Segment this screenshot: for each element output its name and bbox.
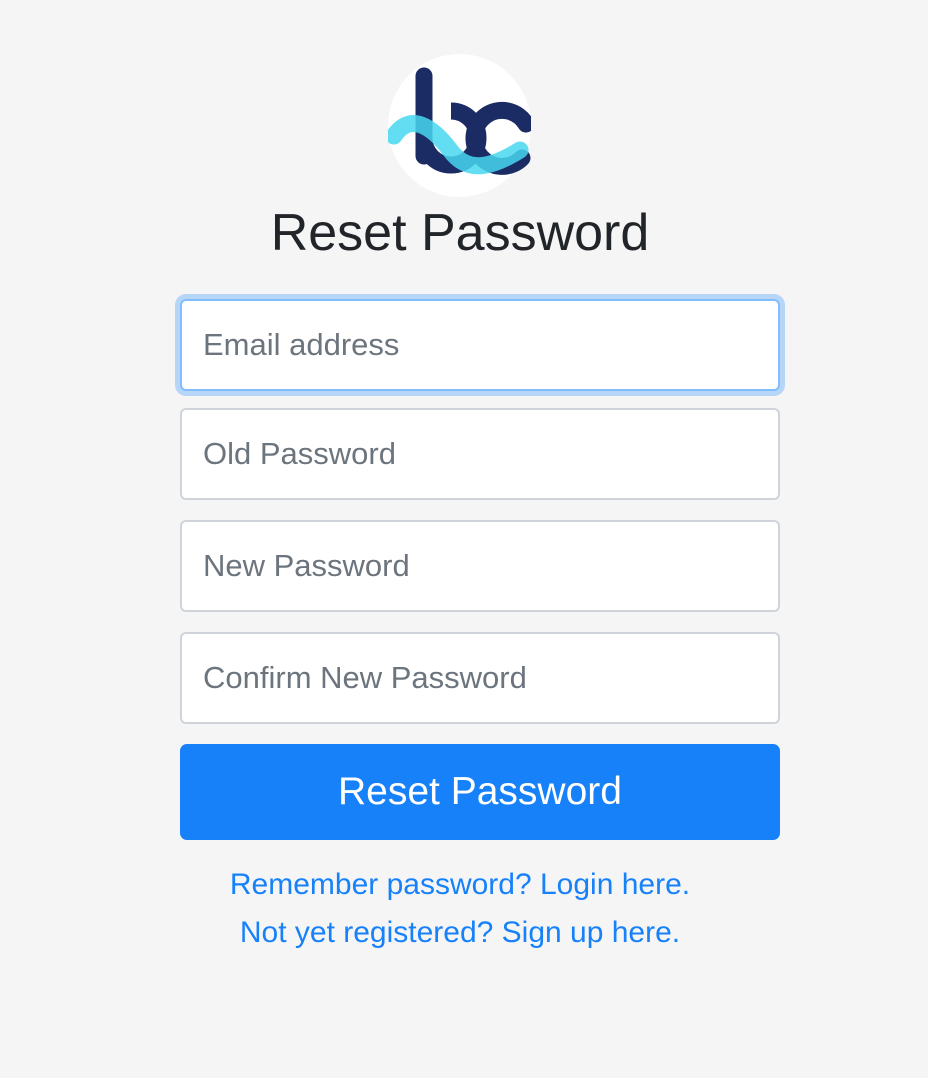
signup-link[interactable]: Not yet registered? Sign up here.: [0, 913, 920, 953]
new-password-field[interactable]: [180, 520, 780, 612]
confirm-password-field[interactable]: [180, 632, 780, 724]
reset-password-page: Reset Password Reset Password Remember p…: [0, 0, 928, 1078]
login-link[interactable]: Remember password? Login here.: [0, 865, 920, 905]
bc-logo-icon: [388, 67, 531, 175]
email-field[interactable]: [180, 299, 780, 391]
brand-logo: [388, 54, 531, 197]
page-title: Reset Password: [270, 204, 650, 262]
old-password-field[interactable]: [180, 408, 780, 500]
reset-password-button[interactable]: Reset Password: [180, 744, 780, 840]
